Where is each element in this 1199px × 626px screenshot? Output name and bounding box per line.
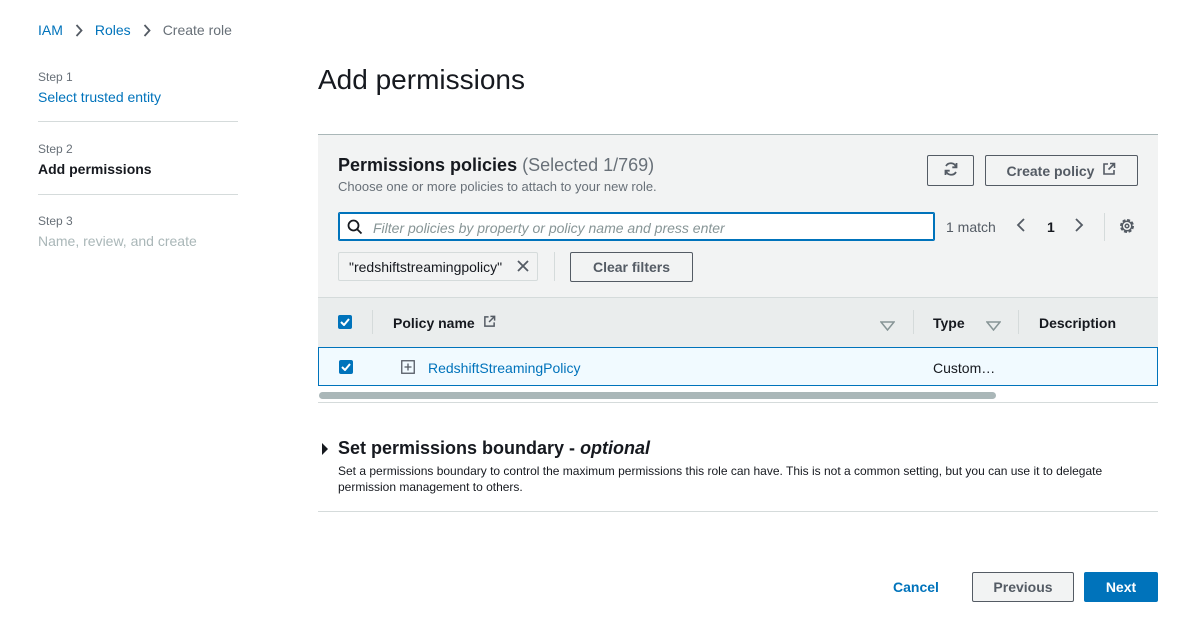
close-icon[interactable] [515, 258, 531, 277]
cancel-button[interactable]: Cancel [893, 579, 939, 595]
caret-right-icon[interactable] [321, 442, 329, 461]
step-number: Step 1 [38, 70, 73, 84]
filter-token-label: "redshiftstreamingpolicy" [349, 258, 503, 275]
create-policy-button[interactable]: Create policy [985, 155, 1138, 186]
boundary-title[interactable]: Set permissions boundary - optional [338, 438, 650, 459]
horizontal-scrollbar[interactable] [318, 392, 1158, 400]
boundary-title-text: Set permissions boundary - [338, 438, 581, 458]
current-page[interactable]: 1 [1047, 219, 1055, 235]
panel-title-text: Permissions policies [338, 155, 518, 175]
table-header: Policy name Type Description [318, 297, 1158, 348]
column-header-description[interactable]: Description [1039, 315, 1116, 331]
policy-filter-search [338, 212, 935, 241]
scrollbar-thumb[interactable] [319, 392, 996, 399]
refresh-icon [943, 161, 959, 180]
row-checkbox[interactable] [339, 360, 353, 374]
step-2: Step 2 Add permissions [38, 142, 238, 177]
step-divider [38, 121, 238, 122]
external-link-icon [483, 315, 496, 331]
panel-bottom-border [318, 402, 1158, 403]
step-number: Step 3 [38, 214, 73, 228]
boundary-title-optional: optional [580, 438, 651, 458]
boundary-description: Set a permissions boundary to control th… [338, 464, 1103, 494]
column-divider [1018, 310, 1019, 334]
column-header-policy-name[interactable]: Policy name [393, 315, 496, 331]
section-divider [318, 511, 1158, 512]
pagination-divider [1104, 213, 1105, 241]
gear-icon[interactable] [1118, 217, 1136, 240]
page-title: Add permissions [318, 64, 525, 95]
panel-description: Choose one or more policies to attach to… [338, 179, 657, 194]
breadcrumb-iam[interactable]: IAM [38, 22, 63, 38]
refresh-button[interactable] [927, 155, 974, 186]
expand-plus-icon[interactable] [401, 360, 415, 379]
step-3: Step 3 Name, review, and create [38, 214, 238, 249]
search-icon [347, 219, 363, 240]
column-divider [372, 310, 373, 334]
panel-title: Permissions policies (Selected 1/769) [338, 155, 654, 176]
previous-button[interactable]: Previous [972, 572, 1074, 602]
column-header-label: Policy name [393, 315, 475, 331]
permissions-policies-panel: Permissions policies (Selected 1/769) Ch… [318, 134, 1158, 405]
chevron-right-icon [75, 23, 83, 37]
search-input[interactable] [371, 216, 925, 239]
sort-down-icon[interactable] [985, 318, 1002, 336]
panel-header: Permissions policies (Selected 1/769) Ch… [318, 135, 1158, 297]
selected-count: (Selected 1/769) [522, 155, 655, 175]
column-header-type[interactable]: Type [933, 315, 965, 331]
policy-type: Custom… [933, 360, 996, 376]
breadcrumb: IAM Roles Create role [38, 22, 232, 38]
column-divider [913, 310, 914, 334]
clear-filters-button[interactable]: Clear filters [570, 252, 693, 282]
external-link-icon [1102, 162, 1116, 179]
sort-down-icon[interactable] [879, 318, 896, 336]
token-divider [554, 252, 555, 281]
create-policy-label: Create policy [1006, 162, 1095, 179]
chevron-right-icon[interactable] [1074, 217, 1084, 238]
match-count: 1 match [946, 219, 996, 235]
select-all-checkbox[interactable] [338, 315, 352, 329]
breadcrumb-current: Create role [162, 22, 232, 38]
next-button[interactable]: Next [1084, 572, 1158, 602]
filter-token: "redshiftstreamingpolicy" [338, 252, 538, 281]
step-1: Step 1 Select trusted entity [38, 70, 238, 105]
policy-name-link[interactable]: RedshiftStreamingPolicy [428, 360, 581, 376]
chevron-right-icon [143, 23, 151, 37]
step-link-select-trusted-entity[interactable]: Select trusted entity [38, 89, 238, 105]
step-label-current: Add permissions [38, 161, 152, 177]
step-divider [38, 194, 238, 195]
step-number: Step 2 [38, 142, 73, 156]
chevron-left-icon[interactable] [1016, 217, 1026, 238]
breadcrumb-roles[interactable]: Roles [95, 22, 131, 38]
table-row[interactable]: RedshiftStreamingPolicy Custom… [318, 347, 1158, 386]
step-label-disabled: Name, review, and create [38, 233, 197, 249]
